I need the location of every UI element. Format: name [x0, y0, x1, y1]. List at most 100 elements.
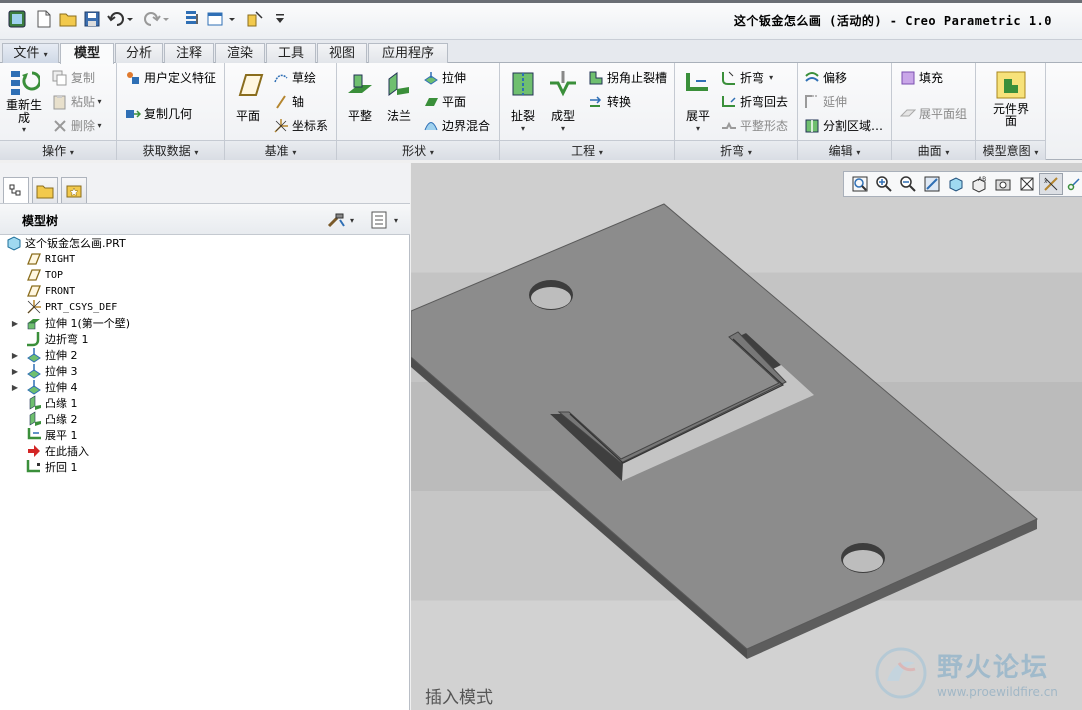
convert-button[interactable]: 转换	[588, 93, 631, 110]
tab-annotate[interactable]: 注释	[164, 43, 214, 63]
flat-button[interactable]: 平面	[423, 93, 466, 110]
expand-toggle[interactable]: ▶	[10, 367, 20, 376]
planar-button[interactable]: 平整	[341, 69, 379, 124]
tree-item-extrude-1[interactable]: ▶ 拉伸 1(第一个壁)	[10, 315, 130, 331]
tree-item-bend-back-1[interactable]: 折回 1	[26, 459, 78, 475]
customize-qa-icon[interactable]	[272, 9, 288, 29]
tree-settings-button[interactable]: ▾	[326, 211, 354, 229]
app-icon[interactable]	[6, 9, 28, 29]
tab-analysis-label: 分析	[125, 46, 152, 61]
delete-dropdown-arrow[interactable]: ▾	[95, 121, 102, 130]
view-manager-button[interactable]	[991, 173, 1015, 195]
group-engineering-label[interactable]: 工程 ▾	[500, 140, 674, 160]
tab-file[interactable]: 文件 ▾	[2, 43, 59, 63]
unbend-dropdown-arrow[interactable]: ▾	[679, 124, 717, 133]
tab-render[interactable]: 渲染	[215, 43, 265, 63]
csys-button[interactable]: 坐标系	[273, 117, 328, 134]
boundary-blend-button[interactable]: 边界混合	[423, 117, 490, 134]
tab-tools[interactable]: 工具	[266, 43, 316, 63]
expand-toggle[interactable]: ▶	[10, 383, 20, 392]
zoom-out-button[interactable]	[896, 173, 920, 195]
tree-item-extrude-3[interactable]: ▶ 拉伸 3	[10, 363, 78, 379]
copy-button[interactable]: 复制	[52, 69, 95, 86]
paste-button[interactable]: 粘贴 ▾	[52, 93, 102, 110]
tree-item-csys[interactable]: PRT_CSYS_DEF	[26, 299, 117, 315]
zoom-in-button[interactable]	[872, 173, 896, 195]
bend-dropdown-arrow[interactable]: ▾	[764, 73, 773, 82]
tree-item-top[interactable]: TOP	[26, 267, 63, 283]
flange-button[interactable]: 法兰	[381, 69, 417, 124]
extend-button[interactable]: 延伸	[804, 93, 847, 110]
tree-item-insert-here[interactable]: 在此插入	[26, 443, 89, 459]
repaint-button[interactable]	[920, 173, 944, 195]
bend-back-button[interactable]: 折弯回去	[721, 93, 788, 110]
tree-item-flange-1[interactable]: 凸缘 1	[26, 395, 78, 411]
tree-item-unbend-1[interactable]: 展平 1	[26, 427, 78, 443]
split-area-button[interactable]: 分割区域…	[804, 117, 883, 134]
tree-item-extrude-2[interactable]: ▶ 拉伸 2	[10, 347, 78, 363]
flatten-form-button[interactable]: 平整形态	[721, 117, 788, 134]
graphics-viewport[interactable]: AB x 插入模式 野火论坛 www.proewildfire.cn	[411, 163, 1082, 710]
expand-toggle[interactable]: ▶	[10, 351, 20, 360]
refit-button[interactable]	[848, 173, 872, 195]
rip-dropdown-arrow[interactable]: ▾	[504, 124, 542, 133]
delete-button[interactable]: 删除 ▾	[52, 117, 102, 134]
component-interface-button[interactable]: 元件界面	[990, 69, 1032, 127]
group-datum-label[interactable]: 基准 ▾	[225, 140, 336, 160]
windows-icon[interactable]	[206, 9, 240, 29]
folder-browser-tab[interactable]	[32, 177, 58, 203]
form-dropdown-arrow[interactable]: ▾	[544, 124, 582, 133]
save-icon[interactable]	[82, 9, 102, 29]
csys-display-button[interactable]	[1063, 173, 1082, 195]
favorites-tab[interactable]	[61, 177, 87, 203]
fill-button[interactable]: 填充	[900, 69, 943, 86]
display-style-button[interactable]	[944, 173, 968, 195]
tab-analysis[interactable]: 分析	[115, 43, 163, 63]
form-button[interactable]: 成型 ▾	[544, 69, 582, 133]
close-window-icon[interactable]	[244, 9, 266, 29]
group-editing-label[interactable]: 编辑 ▾	[798, 140, 891, 160]
regenerate-button[interactable]: 重新生成 ▾	[4, 67, 44, 134]
group-bends-label[interactable]: 折弯 ▾	[675, 140, 797, 160]
flat-pattern-button[interactable]: 展平面组	[900, 105, 967, 122]
regenerate-dropdown-arrow[interactable]: ▾	[4, 125, 44, 134]
group-shapes-label[interactable]: 形状 ▾	[337, 140, 499, 160]
unbend-button[interactable]: 展平 ▾	[679, 69, 717, 133]
group-surfaces-label[interactable]: 曲面 ▾	[892, 140, 975, 160]
tab-applications[interactable]: 应用程序	[368, 43, 448, 63]
expand-toggle[interactable]: ▶	[10, 319, 20, 328]
tree-item-edge-bend[interactable]: 边折弯 1	[26, 331, 89, 347]
tree-item-part[interactable]: 这个钣金怎么画.PRT	[6, 235, 126, 251]
tree-item-front[interactable]: FRONT	[26, 283, 75, 299]
show-options-button[interactable]: ▾	[370, 211, 398, 229]
tree-item-extrude-4[interactable]: ▶ 拉伸 4	[10, 379, 78, 395]
saved-views-button[interactable]: AB	[967, 173, 991, 195]
open-folder-icon[interactable]	[58, 9, 78, 29]
new-file-icon[interactable]	[34, 9, 54, 29]
extrude-button[interactable]: 拉伸	[423, 69, 466, 86]
plane-button[interactable]: 平面	[231, 69, 265, 124]
undo-icon[interactable]	[106, 9, 136, 29]
group-operations-label[interactable]: 操作 ▾	[0, 140, 116, 160]
offset-button[interactable]: 偏移	[804, 69, 847, 86]
redo-icon[interactable]	[142, 9, 172, 29]
sketch-button[interactable]: 草绘	[273, 69, 316, 86]
paste-dropdown-arrow[interactable]: ▾	[95, 97, 102, 106]
group-model-intent-label[interactable]: 模型意图 ▾	[976, 140, 1045, 160]
copy-geometry-button[interactable]: 复制几何	[125, 105, 192, 122]
tree-item-flange-2[interactable]: 凸缘 2	[26, 411, 78, 427]
perspective-button[interactable]	[1015, 173, 1039, 195]
tree-item-right[interactable]: RIGHT	[26, 251, 75, 267]
corner-relief-button[interactable]: 拐角止裂槽	[588, 69, 667, 86]
user-defined-feature-button[interactable]: 用户定义特征	[125, 69, 216, 86]
datum-display-button[interactable]: x	[1039, 173, 1064, 195]
sheetmetal-model[interactable]	[411, 163, 1082, 710]
tab-view[interactable]: 视图	[317, 43, 367, 63]
model-tree-tab[interactable]	[3, 177, 29, 203]
axis-button[interactable]: 轴	[273, 93, 304, 110]
group-get-data-label[interactable]: 获取数据 ▾	[117, 140, 224, 160]
rip-button[interactable]: 扯裂 ▾	[504, 69, 542, 133]
regenerate-quick-icon[interactable]	[182, 9, 202, 29]
tab-model[interactable]: 模型	[60, 43, 114, 64]
bend-button[interactable]: 折弯 ▾	[721, 69, 773, 86]
